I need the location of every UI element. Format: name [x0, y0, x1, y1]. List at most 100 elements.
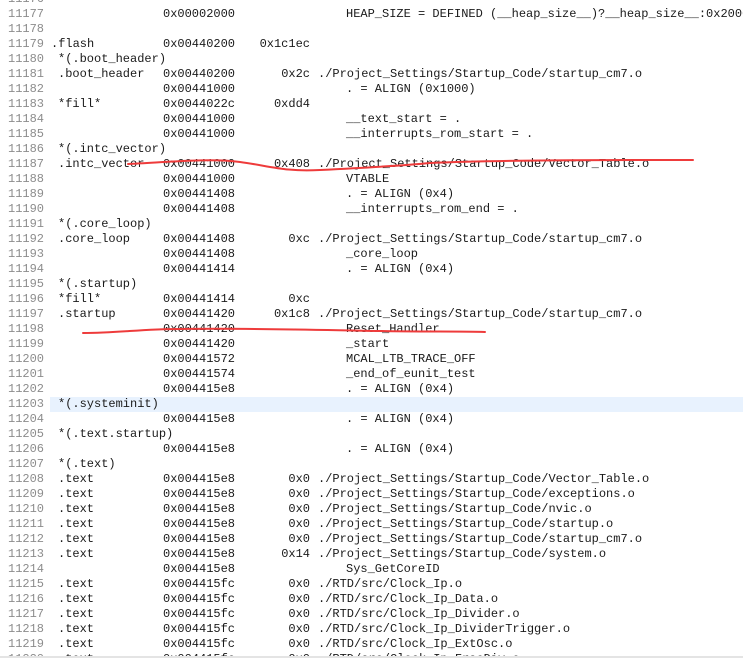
address: 0x00441000 — [163, 82, 236, 96]
section-size: 0x0 — [288, 502, 310, 516]
section-size: 0x0 — [288, 532, 310, 546]
line-number: 11180 — [8, 52, 45, 66]
line-number: 11206 — [8, 442, 45, 456]
code-line[interactable]: 11204 0x004415e8 . = ALIGN (0x4) — [0, 412, 743, 427]
line-number: 11209 — [8, 487, 45, 501]
code-line[interactable]: 11183 *fill* 0x0044022c 0xdd4 — [0, 97, 743, 112]
section-name: .text — [58, 622, 95, 636]
line-number: 11186 — [8, 142, 45, 156]
address: 0x0044022c — [163, 97, 236, 111]
code-line[interactable]: 11216 .text 0x004415fc 0x0 ./RTD/src/Clock_I… — [0, 592, 743, 607]
section-name: .text — [58, 472, 95, 486]
code-line[interactable]: 11181 .boot_header 0x00440200 0x2c ./Project… — [0, 67, 743, 82]
code-line[interactable]: 11201 0x00441574 _end_of_eunit_test — [0, 367, 743, 382]
code-line[interactable]: 11191 *(.core_loop) — [0, 217, 743, 232]
section-size: 0x0 — [288, 607, 310, 621]
line-number: 11219 — [8, 637, 45, 651]
code-line[interactable]: 11199 0x00441420 _start — [0, 337, 743, 352]
section-name: *(.text.startup) — [58, 427, 174, 441]
object-path: ./Project_Settings/Startup_Code/nvic.o — [318, 502, 592, 516]
address: 0x00441420 — [163, 307, 236, 321]
code-line[interactable]: 11208 .text 0x004415e8 0x0 ./Project_Setting… — [0, 472, 743, 487]
code-line[interactable]: 11214 0x004415e8 Sys_GetCoreID — [0, 562, 743, 577]
address: 0x004415fc — [163, 637, 236, 651]
line-number: 11200 — [8, 352, 45, 366]
object-path: ./Project_Settings/Startup_Code/startup.… — [318, 517, 614, 531]
address: 0x004415fc — [163, 607, 236, 621]
line-number: 11191 — [8, 217, 45, 231]
section-size: 0x0 — [288, 577, 310, 591]
address: 0x00441408 — [163, 202, 236, 216]
section-size: 0x0 — [288, 472, 310, 486]
code-line[interactable]: 11213 .text 0x004415e8 0x14 ./Project_Settin… — [0, 547, 743, 562]
code-line[interactable]: 11198 0x00441420 Reset_Handler — [0, 322, 743, 337]
code-line[interactable]: 11193 0x00441408 _core_loop — [0, 247, 743, 262]
line-number: 11202 — [8, 382, 45, 396]
code-line[interactable]: 11186 *(.intc_vector) — [0, 142, 743, 157]
code-line[interactable]: 11209 .text 0x004415e8 0x0 ./Project_Setting… — [0, 487, 743, 502]
code-line[interactable]: 11195 *(.startup) — [0, 277, 743, 292]
symbol: . = ALIGN (0x4) — [346, 382, 455, 396]
address: 0x004415e8 — [163, 442, 236, 456]
line-number: 11212 — [8, 532, 45, 546]
address: 0x00441414 — [163, 262, 236, 276]
address: 0x004415fc — [163, 577, 236, 591]
code-line[interactable]: 11192 .core_loop 0x00441408 0xc ./Project_Se… — [0, 232, 743, 247]
symbol: __interrupts_rom_start = . — [346, 127, 534, 141]
line-number: 11214 — [8, 562, 45, 576]
section-size: 0xc — [288, 232, 310, 246]
address: 0x004415fc — [163, 622, 236, 636]
section-size: 0x0 — [288, 592, 310, 606]
address: 0x00440200 — [163, 67, 236, 81]
line-number: 11216 — [8, 592, 45, 606]
line-number: 11184 — [8, 112, 45, 126]
object-path: ./Project_Settings/Startup_Code/startup_… — [318, 307, 643, 321]
code-line[interactable]: 11189 0x00441408 . = ALIGN (0x4) — [0, 187, 743, 202]
code-line[interactable]: 11202 0x004415e8 . = ALIGN (0x4) — [0, 382, 743, 397]
line-number: 11190 — [8, 202, 45, 216]
symbol: __interrupts_rom_end = . — [346, 202, 519, 216]
code-line[interactable]: 11207 *(.text) — [0, 457, 743, 472]
code-line[interactable]: 11206 0x004415e8 . = ALIGN (0x4) — [0, 442, 743, 457]
code-line[interactable]: 11200 0x00441572 MCAL_LTB_TRACE_OFF — [0, 352, 743, 367]
section-name: .core_loop — [58, 232, 131, 246]
code-line[interactable]: 11203 *(.systeminit) — [0, 397, 743, 412]
line-number: 11179 — [8, 37, 45, 51]
code-line[interactable]: 11218 .text 0x004415fc 0x0 ./RTD/src/Clock_I… — [0, 622, 743, 637]
code-line[interactable]: 11212 .text 0x004415e8 0x0 ./Project_Setting… — [0, 532, 743, 547]
map-file-editor[interactable]: 1117611177 0x00002000 HEAP_SIZE = DEFINED … — [0, 0, 743, 658]
code-line[interactable]: 11178 — [0, 22, 743, 37]
code-line[interactable]: 11179 .flash 0x00440200 0x1c1ec — [0, 37, 743, 52]
object-path: ./Project_Settings/Startup_Code/startup_… — [318, 232, 643, 246]
code-line[interactable]: 11190 0x00441408 __interrupts_rom_end = . — [0, 202, 743, 217]
code-line[interactable]: 11187 .intc_vector 0x00441000 0x408 ./Projec… — [0, 157, 743, 172]
address: 0x004415e8 — [163, 502, 236, 516]
address: 0x00440200 — [163, 37, 236, 51]
code-line[interactable]: 11196 *fill* 0x00441414 0xc — [0, 292, 743, 307]
code-line[interactable]: 11184 0x00441000 __text_start = . — [0, 112, 743, 127]
symbol: . = ALIGN (0x4) — [346, 187, 455, 201]
code-line[interactable]: 11219 .text 0x004415fc 0x0 ./RTD/src/Clock_I… — [0, 637, 743, 652]
code-line[interactable]: 11210 .text 0x004415e8 0x0 ./Project_Setting… — [0, 502, 743, 517]
code-line[interactable]: 11182 0x00441000 . = ALIGN (0x1000) — [0, 82, 743, 97]
symbol: __text_start = . — [346, 112, 462, 126]
code-line[interactable]: 11180 *(.boot_header) — [0, 52, 743, 67]
line-number: 11182 — [8, 82, 45, 96]
code-line[interactable]: 11205 *(.text.startup) — [0, 427, 743, 442]
code-line[interactable]: 11177 0x00002000 HEAP_SIZE = DEFINED (__he… — [0, 7, 743, 22]
code-line[interactable]: 11185 0x00441000 __interrupts_rom_start = … — [0, 127, 743, 142]
code-line[interactable]: 11176 — [0, 0, 743, 7]
code-line[interactable]: 11217 .text 0x004415fc 0x0 ./RTD/src/Clock_I… — [0, 607, 743, 622]
address: 0x00441000 — [163, 172, 236, 186]
code-line[interactable]: 11215 .text 0x004415fc 0x0 ./RTD/src/Clock_I… — [0, 577, 743, 592]
section-name: .text — [58, 502, 95, 516]
code-line[interactable]: 11188 0x00441000 VTABLE — [0, 172, 743, 187]
line-number: 11217 — [8, 607, 45, 621]
object-path: ./Project_Settings/Startup_Code/Vector_T… — [318, 472, 650, 486]
code-line[interactable]: 11194 0x00441414 . = ALIGN (0x4) — [0, 262, 743, 277]
code-line[interactable]: 11211 .text 0x004415e8 0x0 ./Project_Setting… — [0, 517, 743, 532]
code-line[interactable]: 11197 .startup 0x00441420 0x1c8 ./Project_Se… — [0, 307, 743, 322]
line-number: 11196 — [8, 292, 45, 306]
symbol: . = ALIGN (0x4) — [346, 412, 455, 426]
line-number: 11203 — [0, 397, 50, 412]
